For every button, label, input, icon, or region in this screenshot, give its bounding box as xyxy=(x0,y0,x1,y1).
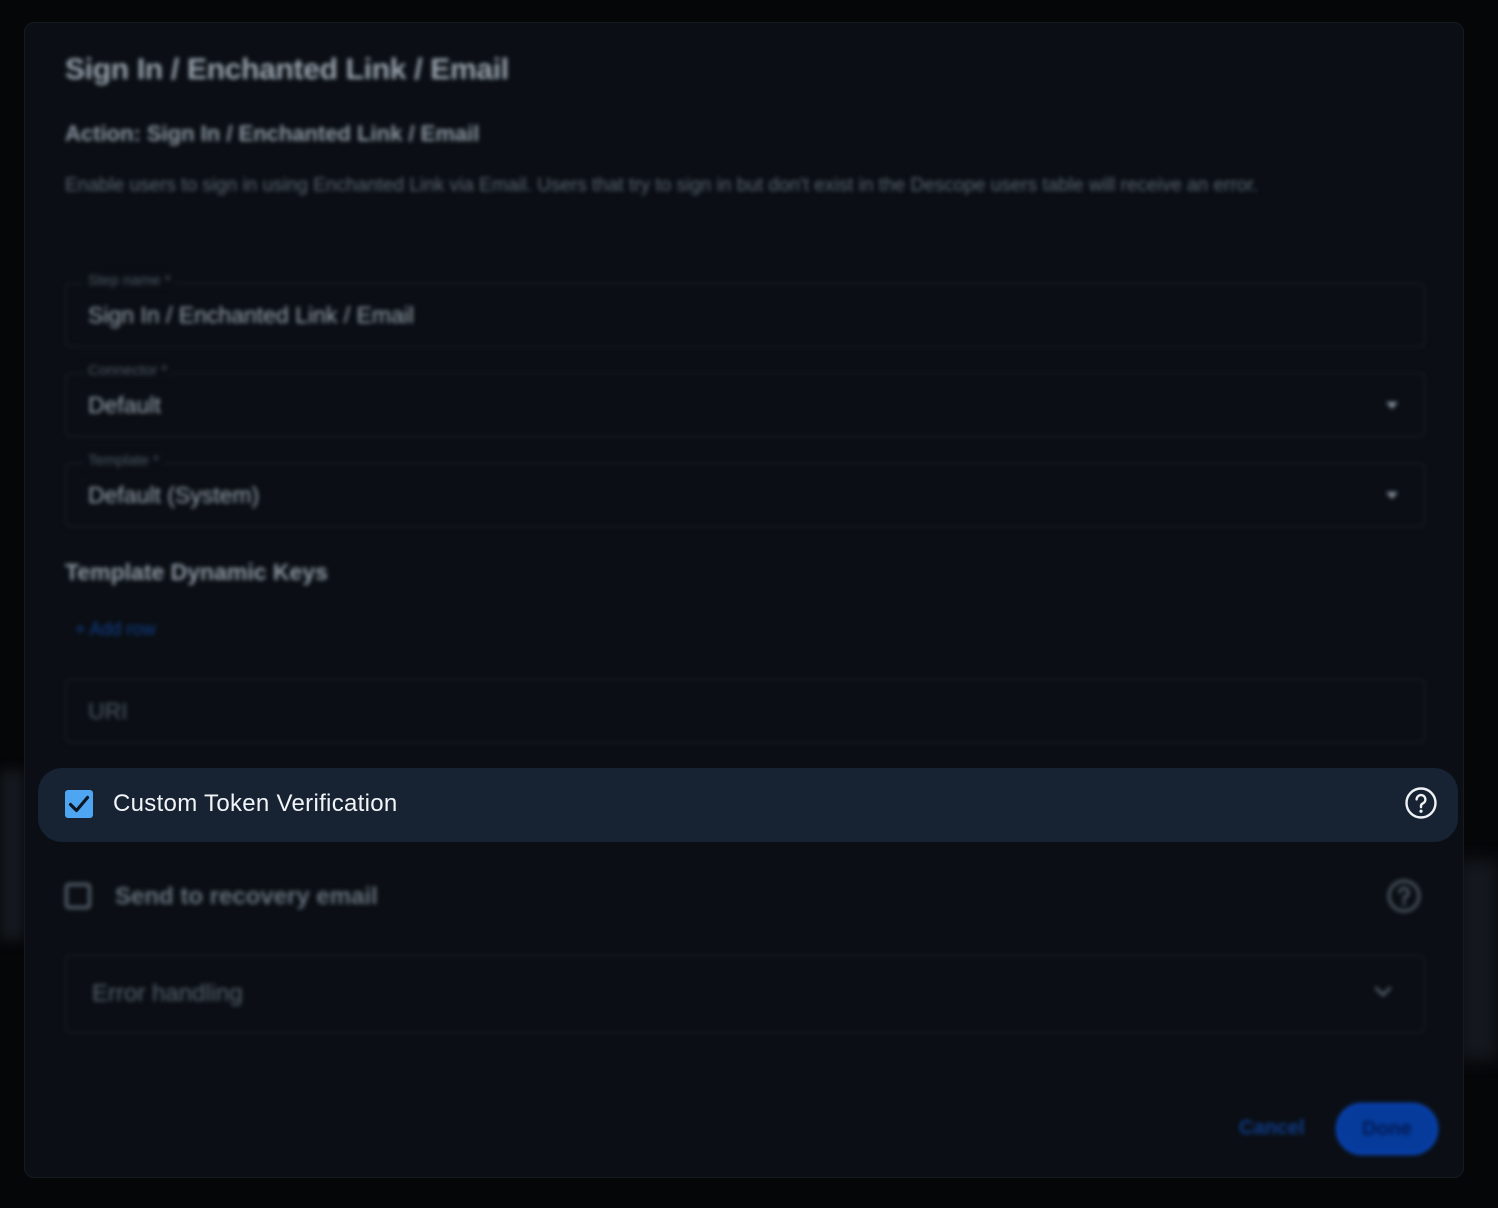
custom-token-label: Custom Token Verification xyxy=(113,790,398,817)
connector-select[interactable]: Connector * Default xyxy=(65,362,1425,437)
custom-token-checkbox[interactable] xyxy=(65,790,93,818)
recovery-email-option[interactable]: Send to recovery email xyxy=(65,873,1425,923)
background-app xyxy=(1458,860,1498,1060)
step-name-label: Step name * xyxy=(84,272,175,289)
blurred-content: Sign In / Enchanted Link / Email Action:… xyxy=(25,23,1463,1177)
template-label: Template * xyxy=(84,452,163,469)
check-icon xyxy=(68,795,90,813)
error-handling-accordion[interactable]: Error handling xyxy=(65,955,1425,1033)
step-config-modal: Sign In / Enchanted Link / Email Action:… xyxy=(24,22,1464,1178)
action-title: Action: Sign In / Enchanted Link / Email xyxy=(65,121,480,146)
custom-token-verification-option[interactable]: Custom Token Verification xyxy=(38,768,1458,842)
caret-down-icon[interactable] xyxy=(1386,492,1398,499)
step-name-field[interactable]: Step name * Sign In / Enchanted Link / E… xyxy=(65,272,1425,347)
add-row-button[interactable]: + Add row xyxy=(75,619,156,640)
done-button[interactable]: Done xyxy=(1336,1103,1438,1155)
help-circle-icon[interactable] xyxy=(1404,786,1438,825)
dynamic-keys-heading: Template Dynamic Keys xyxy=(65,559,328,585)
help-circle-icon[interactable] xyxy=(1387,879,1421,918)
caret-down-icon[interactable] xyxy=(1386,402,1398,409)
action-description: Enable users to sign in using Enchanted … xyxy=(65,175,1258,196)
error-handling-label: Error handling xyxy=(92,980,243,1007)
template-select[interactable]: Template * Default (System) xyxy=(65,452,1425,527)
screen: Sign In / Enchanted Link / Email Action:… xyxy=(0,0,1498,1208)
modal-title: Sign In / Enchanted Link / Email xyxy=(65,53,509,86)
recovery-email-label: Send to recovery email xyxy=(115,883,378,910)
step-name-value: Sign In / Enchanted Link / Email xyxy=(88,302,415,328)
template-value: Default (System) xyxy=(88,482,260,508)
uri-input[interactable]: URI xyxy=(65,679,1425,743)
chevron-down-icon[interactable] xyxy=(1374,984,1392,1002)
connector-value: Default xyxy=(88,392,161,418)
uri-placeholder: URI xyxy=(88,698,128,724)
recovery-email-checkbox[interactable] xyxy=(65,883,91,909)
cancel-button[interactable]: Cancel xyxy=(1239,1117,1305,1140)
background-app xyxy=(0,770,24,940)
connector-label: Connector * xyxy=(84,362,172,379)
